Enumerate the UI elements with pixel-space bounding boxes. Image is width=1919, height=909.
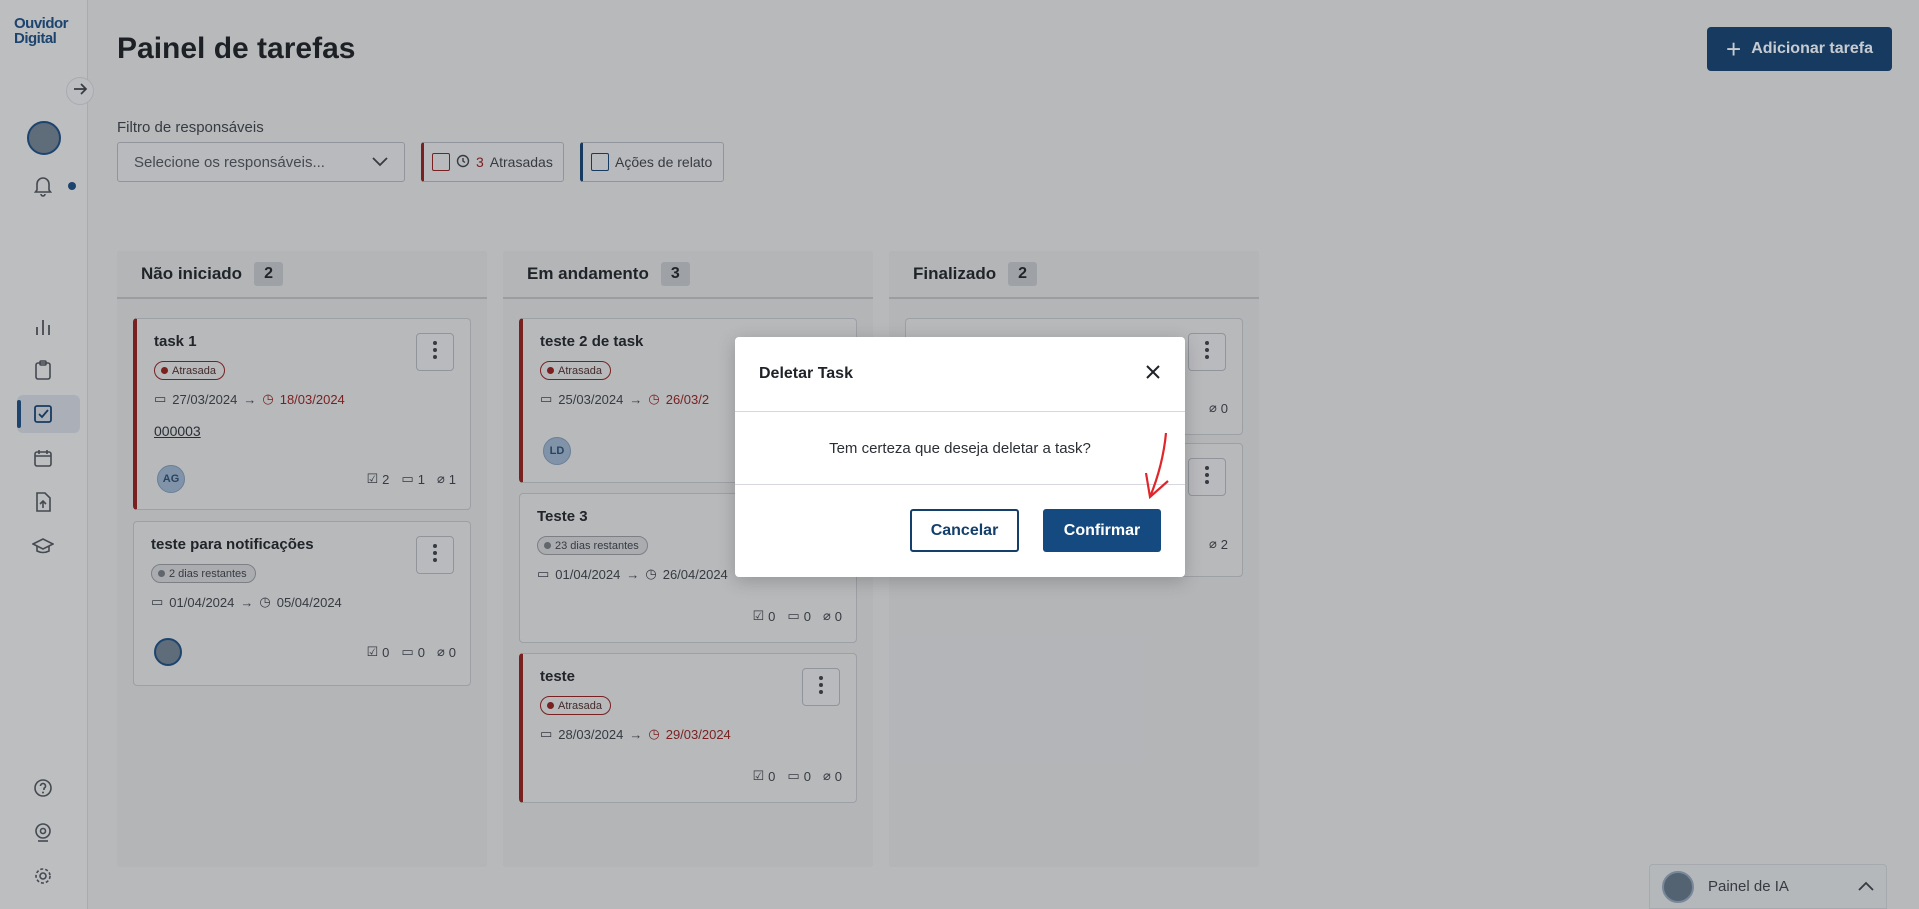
cancel-button[interactable]: Cancelar xyxy=(910,509,1019,552)
dialog-title: Deletar Task xyxy=(759,365,853,382)
annotation-arrow xyxy=(1144,432,1169,500)
confirm-button[interactable]: Confirmar xyxy=(1043,509,1161,552)
delete-task-dialog: Deletar Task Tem certeza que deseja dele… xyxy=(735,337,1185,577)
dialog-message: Tem certeza que deseja deletar a task? xyxy=(735,412,1185,485)
close-icon[interactable] xyxy=(1145,364,1161,385)
